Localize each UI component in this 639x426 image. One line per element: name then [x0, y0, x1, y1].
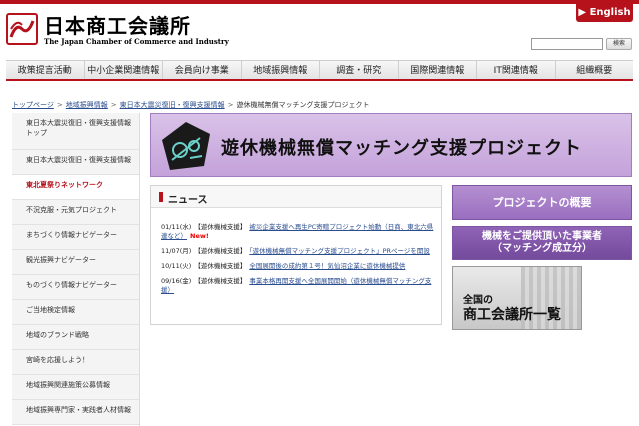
sidebar-item-recovery[interactable]: 東日本大震災復旧・復興支援情報 [12, 150, 139, 175]
new-badge: New! [190, 232, 209, 240]
project-banner: 遊休機械無償マッチング支援プロジェクト [150, 113, 632, 177]
news-link[interactable]: 「遊休機械無償マッチング支援プロジェクト」PRページを開設 [249, 247, 430, 255]
nav-item-international[interactable]: 国際関連情報 [399, 61, 477, 79]
news-date: 11/07(月) [161, 247, 192, 255]
nav-item-about[interactable]: 組織概要 [556, 61, 634, 79]
news-link[interactable]: 全国展開後の成約第１号！気仙沼企業に遊休機械提供 [249, 262, 405, 270]
news-date: 10/11(火) [161, 262, 192, 270]
global-nav: 政策提言活動 中小企業関連情報 会員向け事業 地域振興情報 調査・研究 国際関連… [6, 60, 633, 81]
news-tag: 【遊休機械支援】 [194, 247, 247, 255]
project-overview-button[interactable]: プロジェクトの概要 [452, 185, 632, 220]
sidebar-item-experts[interactable]: 地域振興専門家・実践者人材情報 [12, 400, 139, 425]
cci-list-banner[interactable]: 全国の 商工会議所一覧 [452, 266, 582, 330]
sidebar-item-tourism[interactable]: 観光振興ナビゲーター [12, 250, 139, 275]
news-date: 09/16(金) [161, 277, 192, 285]
news-header-bar [159, 192, 163, 202]
news-item: 01/11(水) 【遊休機械支援】 被災企業支援へ再生PC寄贈プロジェクト始動（日商… [161, 223, 436, 241]
news-tag: 【遊休機械支援】 [194, 262, 247, 270]
sidebar-item-festival[interactable]: 東北夏祭りネットワーク [12, 175, 139, 200]
org-name[interactable]: 日本商工会議所 [44, 10, 191, 39]
news-tag: 【遊休機械支援】 [194, 277, 247, 285]
news-item: 11/07(月) 【遊休機械支援】 「遊休機械無償マッチング支援プロジェクト」PRペ… [161, 247, 436, 256]
sidebar-item-miyazaki[interactable]: 宮崎を応援しよう！ [12, 350, 139, 375]
search-input[interactable] [531, 38, 603, 50]
breadcrumb-current: 遊休機械無償マッチング支援プロジェクト [236, 101, 370, 109]
news-item: 09/16(金) 【遊休機械支援】 事業本格再開支援へ全国展開開始（遊休機械無償マッ… [161, 277, 436, 295]
breadcrumb-regional[interactable]: 地域振興情報 [66, 101, 108, 109]
org-name-english: The Japan Chamber of Commerce and Indust… [44, 37, 229, 46]
page-title: 遊休機械無償マッチング支援プロジェクト [221, 138, 582, 159]
news-panel: ニュース 01/11(水) 【遊休機械支援】 被災企業支援へ再生PC寄贈プロジェクト… [150, 185, 442, 325]
nav-item-it[interactable]: IT関連情報 [477, 61, 556, 79]
nav-item-members[interactable]: 会員向け事業 [163, 61, 242, 79]
jcci-logo-icon[interactable] [6, 13, 38, 45]
news-list: 01/11(水) 【遊休機械支援】 被災企業支援へ再生PC寄贈プロジェクト始動（日商… [161, 223, 436, 301]
providers-line1: 機械をご提供頂いた事業者 [482, 231, 602, 242]
sidebar: 東日本大震災復旧・復興支援情報 トップ 東日本大震災復旧・復興支援情報 東北夏祭… [12, 113, 140, 426]
news-title: ニュース [168, 195, 208, 206]
machinery-icon [162, 122, 210, 170]
news-item: 10/11(火) 【遊休機械支援】 全国展開後の成約第１号！気仙沼企業に遊休機械提供 [161, 262, 436, 271]
breadcrumb-recovery[interactable]: 東日本大震災復旧・復興支援情報 [120, 101, 225, 109]
machine-providers-button[interactable]: 機械をご提供頂いた事業者 （マッチング成立分） [452, 226, 632, 260]
sidebar-item-recovery-top[interactable]: 東日本大震災復旧・復興支援情報 トップ [12, 113, 139, 150]
sidebar-item-monozukuri[interactable]: ものづくり情報ナビゲーター [12, 275, 139, 300]
news-header: ニュース [151, 186, 441, 208]
sidebar-item-brand[interactable]: 地域のブランド戦略 [12, 325, 139, 350]
sidebar-item-koubo[interactable]: 地域振興関連施策公募情報 [12, 375, 139, 400]
breadcrumb-top[interactable]: トップページ [12, 101, 54, 109]
sidebar-item-kentei[interactable]: ご当地検定情報 [12, 300, 139, 325]
providers-line2: （マッチング成立分） [492, 243, 592, 254]
english-link[interactable]: ▶ English [576, 4, 633, 22]
top-red-bar [0, 0, 639, 4]
news-tag: 【遊休機械支援】 [194, 223, 247, 231]
sidebar-item-genki[interactable]: 不況克服・元気プロジェクト [12, 200, 139, 225]
nav-item-regional[interactable]: 地域振興情報 [242, 61, 320, 79]
nav-item-sme[interactable]: 中小企業関連情報 [85, 61, 163, 79]
nav-item-research[interactable]: 調査・研究 [320, 61, 399, 79]
news-date: 01/11(水) [161, 223, 192, 231]
search-button[interactable]: 検索 [606, 38, 632, 50]
cci-list-label2: 商工会議所一覧 [463, 307, 561, 323]
sidebar-item-machizukuri[interactable]: まちづくり情報ナビゲーター [12, 225, 139, 250]
nav-item-policy[interactable]: 政策提言活動 [6, 61, 85, 79]
breadcrumb: トップページ > 地域振興情報 > 東日本大震災復旧・復興支援情報 > 遊休機械無償マッチン… [12, 101, 370, 109]
